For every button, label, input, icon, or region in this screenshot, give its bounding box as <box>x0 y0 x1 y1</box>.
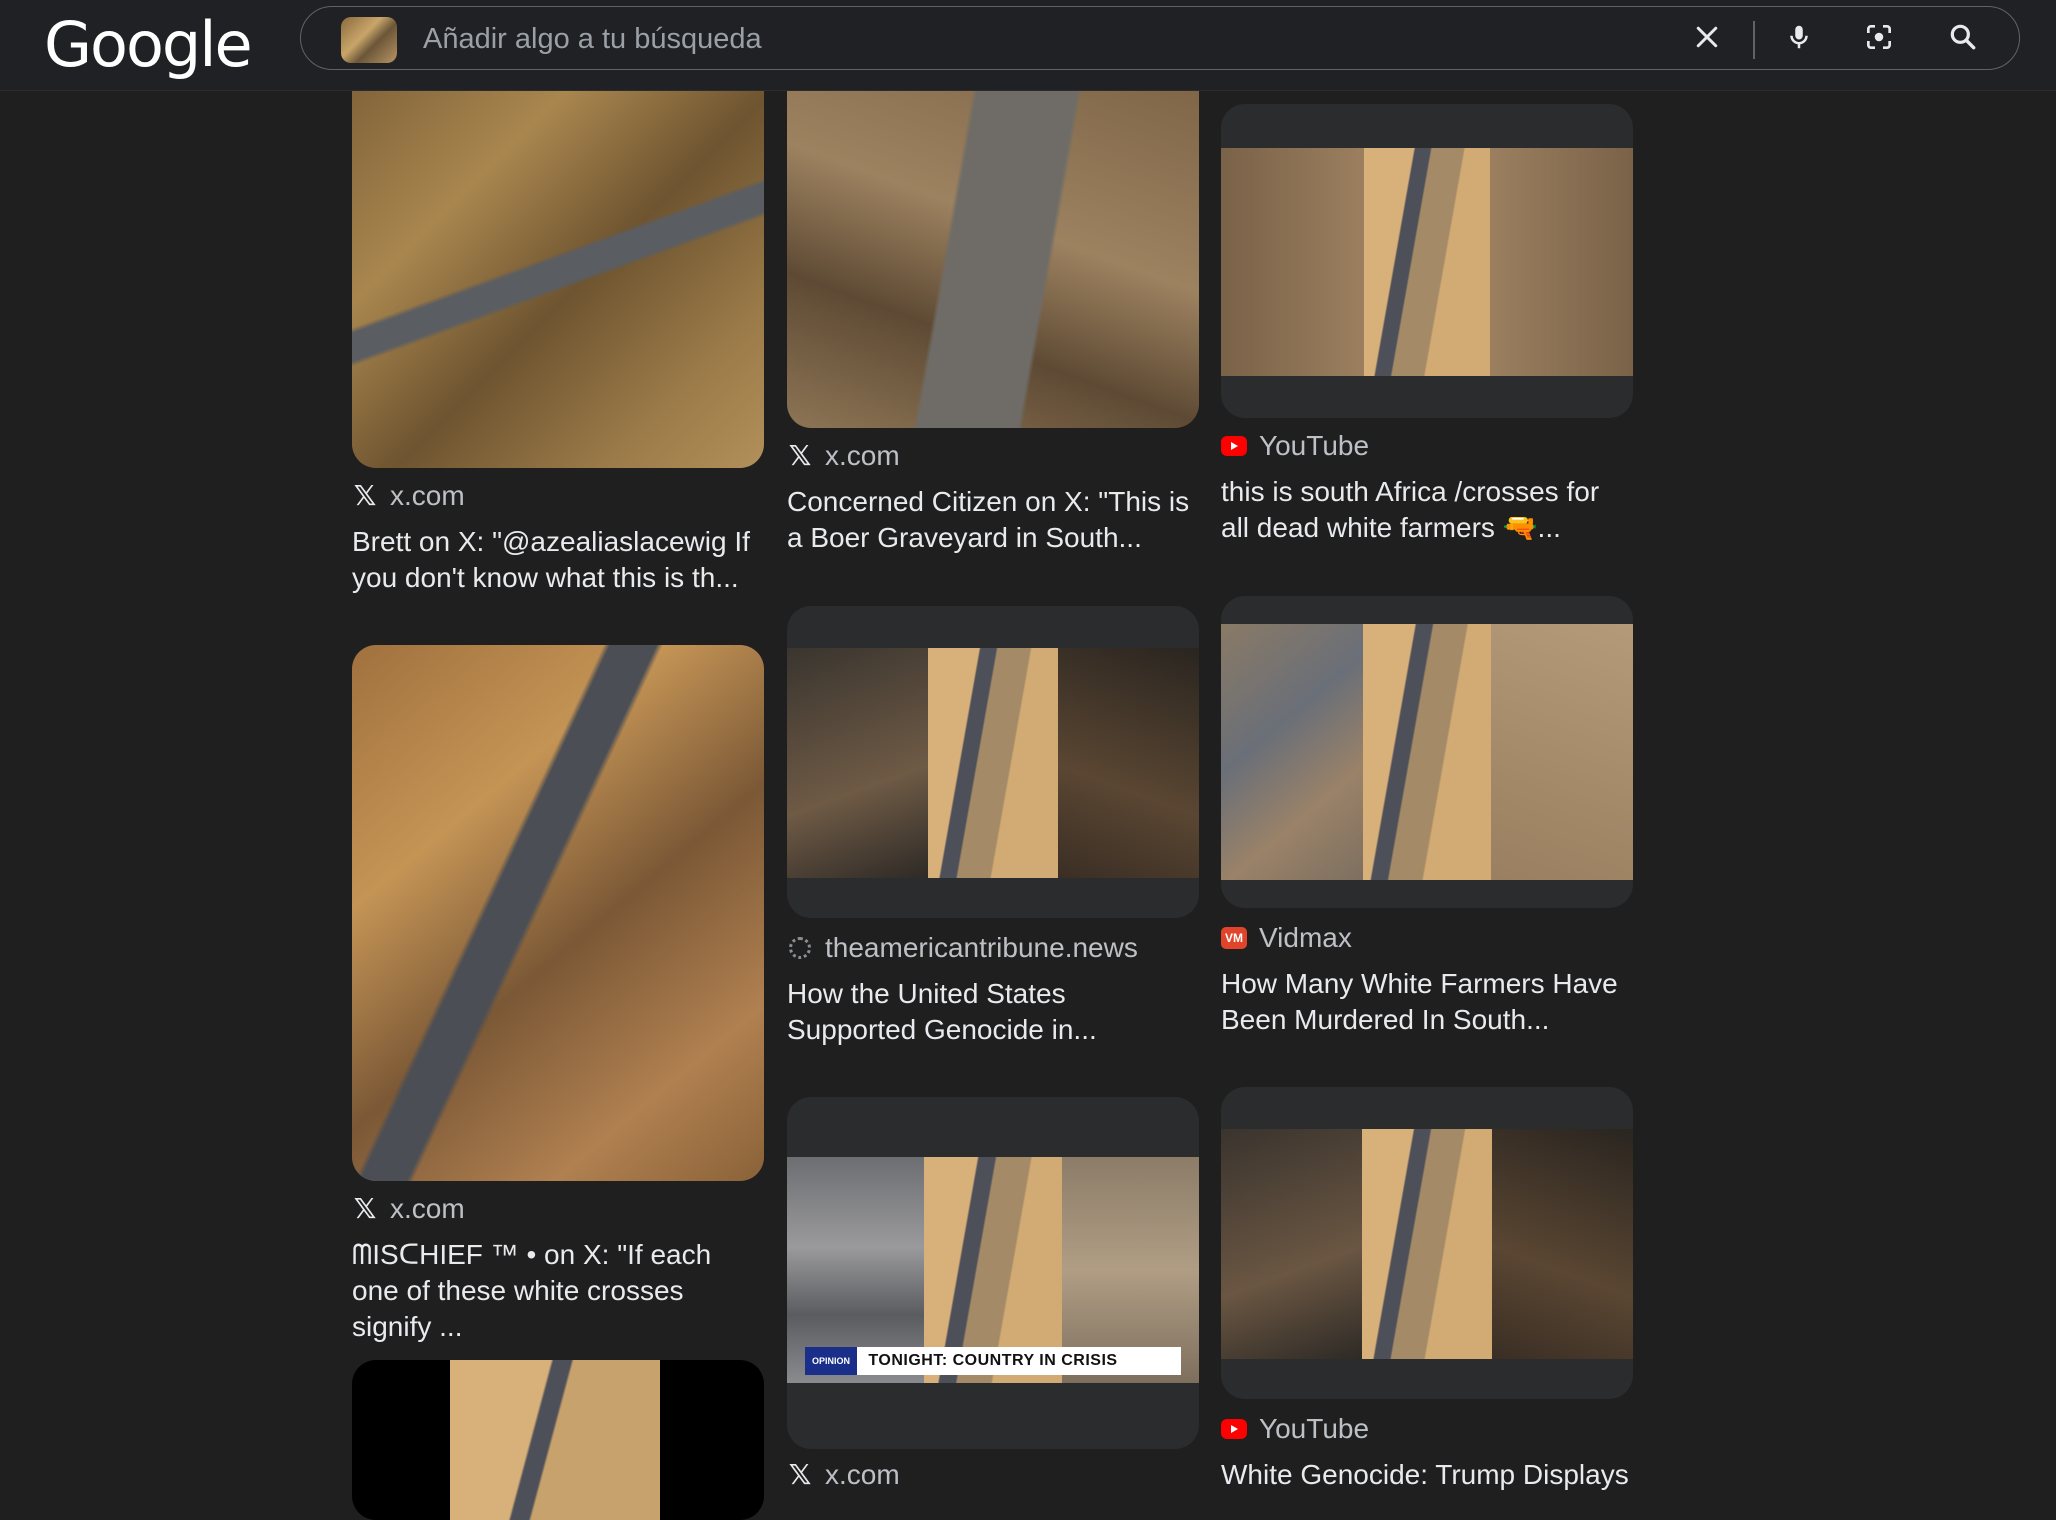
result-image <box>352 645 764 1181</box>
result-source[interactable]: 𝕏 x.com <box>787 440 900 472</box>
result-thumbnail[interactable] <box>787 606 1199 918</box>
search-input[interactable] <box>421 15 1425 63</box>
lens-search-button[interactable] <box>1855 15 1903 63</box>
result-image <box>450 1360 660 1520</box>
result-thumbnail[interactable] <box>1221 1087 1633 1399</box>
result-image: TONIGHT: COUNTRY IN CRISIS OPINION <box>787 1157 1199 1383</box>
google-logo[interactable]: Google <box>44 8 253 82</box>
news-headline-bar: TONIGHT: COUNTRY IN CRISIS <box>805 1347 1181 1375</box>
result-thumbnail[interactable] <box>352 1360 764 1520</box>
result-image <box>352 60 764 468</box>
result-source[interactable]: VM Vidmax <box>1221 922 1352 954</box>
clear-button[interactable] <box>1683 15 1731 63</box>
result-source[interactable]: YouTube <box>1221 430 1369 462</box>
result-source-label: x.com <box>390 1193 465 1224</box>
x-logo-icon: 𝕏 <box>353 479 377 512</box>
result-card-youtube-crosses[interactable]: YouTube this is south Africa /crosses fo… <box>1221 104 1633 564</box>
search-button[interactable] <box>1939 15 1987 63</box>
result-title[interactable]: How the United States Supported Genocide… <box>787 976 1199 1048</box>
result-title[interactable]: White Genocide: Trump Displays <box>1221 1457 1633 1493</box>
result-source-label: theamericantribune.news <box>825 932 1138 963</box>
result-card-brett[interactable]: 𝕏 x.com Brett on X: "@azealiaslacewig If… <box>352 60 764 600</box>
result-card-american-tribune[interactable]: theamericantribune.news How the United S… <box>787 606 1199 1066</box>
lens-icon <box>1863 21 1895 58</box>
result-thumbnail[interactable] <box>352 645 764 1181</box>
result-source[interactable]: 𝕏 x.com <box>787 1459 900 1491</box>
result-thumbnail[interactable] <box>1221 596 1633 908</box>
x-logo-icon: 𝕏 <box>353 1192 377 1225</box>
globe-icon <box>787 935 813 961</box>
search-box[interactable] <box>300 6 2020 70</box>
close-icon <box>1692 22 1722 57</box>
result-card-vidmax[interactable]: VM Vidmax How Many White Farmers Have Be… <box>1221 596 1633 1056</box>
result-title[interactable]: Concerned Citizen on X: "This is a Boer … <box>787 484 1199 556</box>
result-source-label: x.com <box>390 480 465 511</box>
result-thumbnail[interactable]: TONIGHT: COUNTRY IN CRISIS OPINION <box>787 1097 1199 1449</box>
result-source[interactable]: theamericantribune.news <box>787 932 1138 964</box>
result-title[interactable]: Brett on X: "@azealiaslacewig If you don… <box>352 524 764 596</box>
mic-icon <box>1784 22 1814 57</box>
result-source-label: YouTube <box>1259 430 1370 461</box>
result-card-concerned-citizen[interactable]: 𝕏 x.com Concerned Citizen on X: "This is… <box>787 60 1199 580</box>
top-bar: Google <box>0 0 2056 91</box>
result-thumbnail[interactable] <box>1221 104 1633 418</box>
result-image <box>1221 1129 1633 1359</box>
search-image-thumbnail[interactable] <box>341 17 397 63</box>
search-divider <box>1753 21 1755 59</box>
result-source-label: x.com <box>825 1459 900 1490</box>
result-card-mischief[interactable]: 𝕏 x.com ᗰISᑕHIEF ™ • on X: "If each one … <box>352 645 764 1342</box>
image-results-grid: 𝕏 x.com Brett on X: "@azealiaslacewig If… <box>0 0 2056 1520</box>
result-title[interactable]: How Many White Farmers Have Been Murdere… <box>1221 966 1633 1038</box>
result-card-youtube-trump[interactable]: YouTube White Genocide: Trump Displays <box>1221 1087 1633 1494</box>
result-source-label: YouTube <box>1259 1413 1370 1444</box>
result-image <box>1221 148 1633 376</box>
result-source[interactable]: YouTube <box>1221 1413 1369 1445</box>
search-icon <box>1947 21 1979 58</box>
result-source[interactable]: 𝕏 x.com <box>352 480 465 512</box>
result-thumbnail[interactable] <box>352 60 764 468</box>
result-image <box>1221 624 1633 880</box>
vidmax-icon: VM <box>1221 925 1247 951</box>
result-source-label: x.com <box>825 440 900 471</box>
result-card-partial[interactable] <box>352 1360 764 1520</box>
result-image <box>787 648 1199 878</box>
news-tag: OPINION <box>805 1347 857 1375</box>
result-source[interactable]: 𝕏 x.com <box>352 1193 465 1225</box>
result-thumbnail[interactable] <box>787 60 1199 428</box>
x-logo-icon: 𝕏 <box>788 1458 812 1491</box>
voice-search-button[interactable] <box>1775 15 1823 63</box>
result-source-label: Vidmax <box>1259 922 1352 953</box>
youtube-icon <box>1221 433 1247 459</box>
result-image <box>787 60 1199 428</box>
result-title[interactable]: ᗰISᑕHIEF ™ • on X: "If each one of these… <box>352 1237 764 1345</box>
x-logo-icon: 𝕏 <box>788 439 812 472</box>
result-card-news[interactable]: TONIGHT: COUNTRY IN CRISIS OPINION 𝕏 x.c… <box>787 1097 1199 1494</box>
youtube-icon <box>1221 1416 1247 1442</box>
result-title[interactable]: this is south Africa /crosses for all de… <box>1221 474 1633 546</box>
